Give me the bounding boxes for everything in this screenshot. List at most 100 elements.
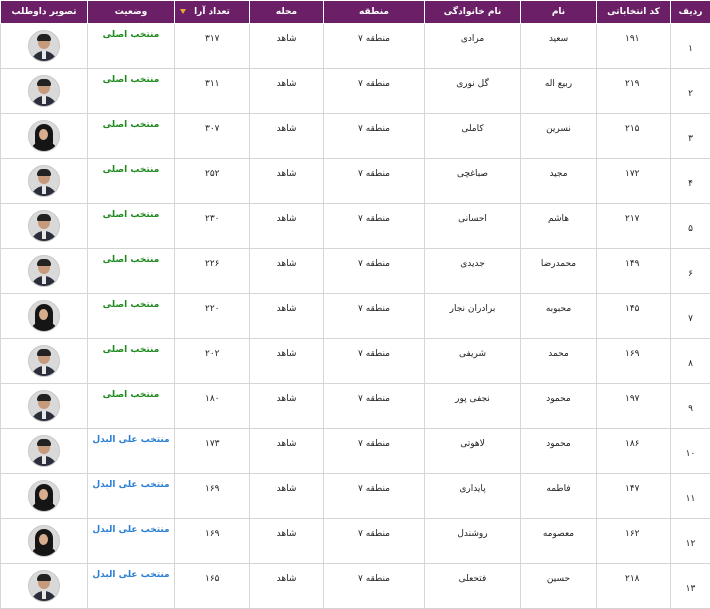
row-number-cell: ۶ (671, 249, 710, 294)
vote-count: ۲۳۰ (175, 204, 249, 224)
last-name: فتحعلی (425, 564, 520, 584)
table-row: ۱۱۱۴۷فاطمهپایداریمنطقه ۷شاهد۱۶۹منتخب علی… (1, 474, 710, 519)
candidate-photo-icon[interactable] (28, 255, 60, 287)
area-cell: شاهد (250, 429, 324, 474)
candidate-photo-icon[interactable] (28, 570, 60, 602)
first-name-cell: فاطمه (521, 474, 597, 519)
candidate-photo-icon[interactable] (28, 390, 60, 422)
candidate-photo-icon[interactable] (28, 75, 60, 107)
vote-count: ۱۶۹ (175, 474, 249, 494)
region: منطقه ۷ (324, 294, 424, 314)
table-body: ۱۱۹۱سعیدمرادیمنطقه ۷شاهد۳۱۷منتخب اصلی۲۲۱… (1, 24, 710, 609)
first-name: فاطمه (521, 474, 596, 494)
last-name-cell: صباغچی (425, 159, 521, 204)
candidate-photo-icon[interactable] (28, 345, 60, 377)
vote-count: ۱۷۳ (175, 429, 249, 449)
row-number: ۱۲ (671, 519, 710, 549)
candidate-photo-icon[interactable] (28, 30, 60, 62)
candidate-photo-icon[interactable] (28, 525, 60, 557)
region: منطقه ۷ (324, 474, 424, 494)
area-cell: شاهد (250, 204, 324, 249)
status: منتخب اصلی (88, 294, 174, 310)
election-code-cell: ۲۱۵ (597, 114, 671, 159)
vote-count: ۲۲۰ (175, 294, 249, 314)
status-cell: منتخب علی البدل (88, 474, 175, 519)
election-code-cell: ۱۴۵ (597, 294, 671, 339)
region-cell: منطقه ۷ (324, 339, 425, 384)
vote-count: ۲۰۲ (175, 339, 249, 359)
first-name-cell: معصومه (521, 519, 597, 564)
candidate-photo-icon[interactable] (28, 165, 60, 197)
area: شاهد (250, 339, 323, 359)
election-code-cell: ۱۴۷ (597, 474, 671, 519)
header-status[interactable]: وضعیت (88, 1, 175, 24)
last-name: شریفی (425, 339, 520, 359)
election-code-cell: ۱۴۹ (597, 249, 671, 294)
photo-cell (1, 249, 88, 294)
first-name: مجید (521, 159, 596, 179)
photo-cell (1, 474, 88, 519)
region: منطقه ۷ (324, 519, 424, 539)
table-row: ۷۱۴۵محبوبهبرادران نجارمنطقه ۷شاهد۲۲۰منتخ… (1, 294, 710, 339)
last-name: نجفی پور (425, 384, 520, 404)
election-code-cell: ۱۷۲ (597, 159, 671, 204)
last-name-cell: مرادی (425, 24, 521, 69)
vote-count-cell: ۲۳۰ (175, 204, 250, 249)
first-name-cell: محبوبه (521, 294, 597, 339)
candidate-photo-icon[interactable] (28, 435, 60, 467)
status-cell: منتخب اصلی (88, 114, 175, 159)
vote-count: ۱۸۰ (175, 384, 249, 404)
first-name-cell: سعید (521, 24, 597, 69)
status: منتخب اصلی (88, 69, 174, 85)
vote-count-cell: ۲۵۲ (175, 159, 250, 204)
region: منطقه ۷ (324, 69, 424, 89)
last-name-cell: لاهوتی (425, 429, 521, 474)
status: منتخب اصلی (88, 24, 174, 40)
header-code[interactable]: کد انتخاباتی (597, 1, 671, 24)
photo-cell (1, 24, 88, 69)
status-cell: منتخب اصلی (88, 159, 175, 204)
candidate-photo-icon[interactable] (28, 120, 60, 152)
vote-count: ۱۶۵ (175, 564, 249, 584)
region: منطقه ۷ (324, 24, 424, 44)
header-photo[interactable]: تصویر داوطلب (1, 1, 88, 24)
header-row-no[interactable]: ردیف (671, 1, 710, 24)
region: منطقه ۷ (324, 204, 424, 224)
header-votes[interactable]: تعداد آرا (175, 1, 250, 24)
candidate-photo-icon[interactable] (28, 210, 60, 242)
first-name: محمد (521, 339, 596, 359)
header-area[interactable]: محله (250, 1, 324, 24)
row-number: ۱۰ (671, 429, 710, 459)
region-cell: منطقه ۷ (324, 384, 425, 429)
header-first-name[interactable]: نام (521, 1, 597, 24)
candidate-photo-icon[interactable] (28, 300, 60, 332)
region-cell: منطقه ۷ (324, 159, 425, 204)
area: شاهد (250, 159, 323, 179)
last-name: مرادی (425, 24, 520, 44)
status: منتخب علی البدل (88, 474, 174, 490)
first-name: معصومه (521, 519, 596, 539)
sort-desc-icon[interactable] (180, 9, 186, 14)
header-region[interactable]: منطقه (324, 1, 425, 24)
first-name-cell: محمود (521, 384, 597, 429)
vote-count-cell: ۱۶۹ (175, 519, 250, 564)
area-cell: شاهد (250, 384, 324, 429)
area: شاهد (250, 114, 323, 134)
last-name-cell: روشندل (425, 519, 521, 564)
first-name-cell: محمدرضا (521, 249, 597, 294)
status: منتخب اصلی (88, 249, 174, 265)
election-code: ۱۶۲ (597, 519, 670, 539)
vote-count-cell: ۱۸۰ (175, 384, 250, 429)
status-cell: منتخب اصلی (88, 69, 175, 114)
row-number: ۱۱ (671, 474, 710, 504)
table-row: ۱۰۱۸۶محمودلاهوتیمنطقه ۷شاهد۱۷۳منتخب علی … (1, 429, 710, 474)
header-last-name[interactable]: نام خانوادگی (425, 1, 521, 24)
table-row: ۱۱۹۱سعیدمرادیمنطقه ۷شاهد۳۱۷منتخب اصلی (1, 24, 710, 69)
header-votes-label: تعداد آرا (194, 7, 230, 17)
area: شاهد (250, 429, 323, 449)
header-row: ردیف کد انتخاباتی نام نام خانوادگی منطقه… (1, 1, 710, 24)
candidate-photo-icon[interactable] (28, 480, 60, 512)
area-cell: شاهد (250, 474, 324, 519)
region: منطقه ۷ (324, 159, 424, 179)
area: شاهد (250, 69, 323, 89)
